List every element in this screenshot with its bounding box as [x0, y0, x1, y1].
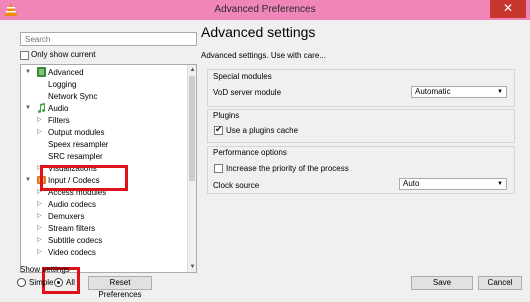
tree-scrollbar[interactable]: ▲ ▼ — [187, 65, 196, 272]
vod-server-value: Automatic — [415, 87, 451, 96]
vod-server-select[interactable]: Automatic ▼ — [411, 86, 507, 98]
plugins-title: Plugins — [213, 111, 240, 120]
all-label: All — [66, 278, 75, 287]
page-subtitle: Advanced settings. Use with care... — [201, 51, 326, 60]
tree-label: Audio codecs — [48, 200, 97, 209]
clock-source-label: Clock source — [213, 181, 260, 190]
expand-arrow-icon[interactable]: ▷ — [37, 223, 42, 234]
expand-arrow-icon[interactable]: ▷ — [37, 247, 42, 258]
expand-arrow-icon[interactable]: ▼ — [25, 67, 31, 78]
expand-arrow-icon[interactable]: ▷ — [37, 127, 42, 138]
settings-scrollbar[interactable] — [515, 64, 522, 269]
use-plugins-cache-checkbox[interactable] — [214, 124, 223, 135]
use-plugins-cache-label: Use a plugins cache — [226, 126, 299, 135]
scroll-up-icon[interactable]: ▲ — [188, 65, 196, 75]
title-bar: Advanced Preferences ✕ — [0, 0, 530, 20]
only-show-current-label: Only show current — [31, 50, 96, 59]
window-title: Advanced Preferences — [214, 4, 316, 15]
chevron-down-icon: ▼ — [497, 89, 503, 95]
vod-server-label: VoD server module — [213, 88, 282, 97]
highlight-box-input-codecs — [40, 165, 128, 191]
special-modules-title: Special modules — [213, 72, 272, 81]
simple-radio[interactable] — [17, 278, 26, 287]
cancel-button[interactable]: Cancel — [478, 276, 522, 290]
scroll-down-icon[interactable]: ▼ — [188, 262, 196, 272]
chevron-down-icon: ▼ — [497, 181, 503, 187]
expand-arrow-icon[interactable]: ▼ — [25, 103, 31, 114]
tree-label: SRC resampler — [48, 152, 103, 161]
increase-priority-checkbox[interactable] — [214, 164, 223, 173]
expand-arrow-icon[interactable]: ▷ — [37, 115, 42, 126]
tree-label: Filters — [48, 116, 70, 125]
save-button[interactable]: Save — [411, 276, 473, 290]
reset-preferences-button[interactable]: Reset Preferences — [88, 276, 152, 299]
clock-source-select[interactable]: Auto ▼ — [399, 178, 507, 190]
music-note-icon — [38, 103, 46, 113]
advanced-icon — [37, 67, 46, 77]
all-radio[interactable] — [54, 278, 63, 287]
scroll-thumb[interactable] — [189, 76, 195, 181]
expand-arrow-icon[interactable]: ▷ — [37, 211, 42, 222]
tree-label: Stream filters — [48, 224, 96, 233]
tree-label: Demuxers — [48, 212, 85, 221]
page-title: Advanced settings — [201, 24, 316, 40]
search-input[interactable] — [20, 32, 197, 46]
close-button[interactable]: ✕ — [490, 0, 526, 18]
clock-source-value: Auto — [403, 179, 420, 188]
tree-label: Advanced — [48, 68, 84, 77]
increase-priority-label: Increase the priority of the process — [226, 164, 349, 173]
expand-arrow-icon[interactable]: ▼ — [25, 175, 31, 186]
expand-arrow-icon[interactable]: ▷ — [37, 235, 42, 246]
show-settings-label: Show settings — [20, 265, 70, 274]
tree-label: Video codecs — [48, 248, 96, 257]
only-show-current-checkbox[interactable] — [20, 51, 29, 60]
simple-label: Simple — [29, 278, 54, 287]
performance-title: Performance options — [213, 148, 287, 157]
tree-label: Network Sync — [48, 92, 98, 101]
tree-label: Output modules — [48, 128, 105, 137]
tree-label: Logging — [48, 80, 77, 89]
tree-label: Audio — [48, 104, 69, 113]
tree-label: Subtitle codecs — [48, 236, 103, 245]
expand-arrow-icon[interactable]: ▷ — [37, 199, 42, 210]
preferences-content: Only show current ▼ Advanced Logging Net… — [8, 20, 522, 299]
tree-label: Speex resampler — [48, 140, 109, 149]
